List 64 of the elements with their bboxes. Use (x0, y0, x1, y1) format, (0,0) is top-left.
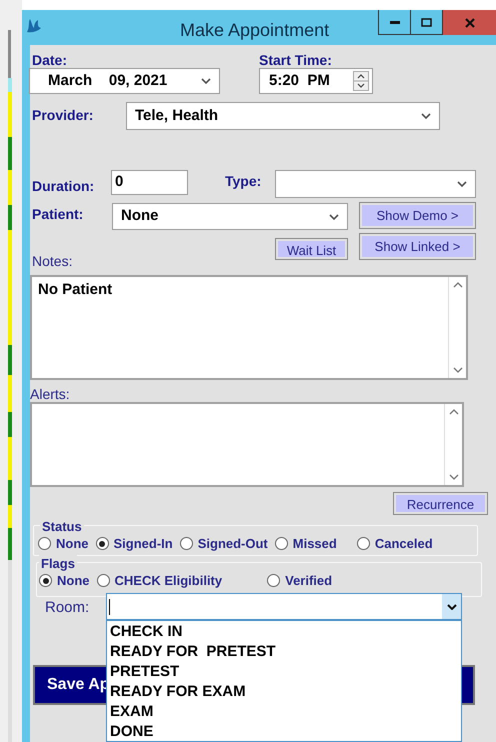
button[interactable]: Show Demo > (360, 203, 475, 228)
close-icon (464, 18, 474, 28)
radio-button[interactable] (38, 537, 51, 550)
radio-button[interactable] (39, 574, 52, 587)
list-item[interactable]: READY FOR EXAM (107, 682, 461, 702)
minimize-button[interactable] (378, 10, 411, 35)
radio-button[interactable] (96, 574, 110, 587)
list-item[interactable]: DONE (107, 722, 461, 741)
radio-option[interactable]: None (39, 570, 90, 590)
chevron-down-icon (201, 78, 211, 84)
list-item[interactable]: EXAM (107, 702, 461, 722)
scroll-down-icon[interactable] (452, 367, 462, 373)
radio-option[interactable]: Canceled (356, 534, 433, 554)
chevron-down-icon (329, 214, 339, 220)
date-picker[interactable]: March 09, 2021 (29, 68, 220, 94)
window-title: Make Appointment (180, 19, 330, 42)
group-label: Flags (39, 554, 77, 574)
field-label: Type: (225, 172, 262, 191)
scroll-down-icon[interactable] (448, 474, 458, 480)
field-label: Notes: (32, 252, 74, 271)
duration-field[interactable]: 0 (111, 170, 188, 195)
radio-option[interactable]: None (38, 534, 88, 554)
button[interactable]: Recurrence (394, 493, 487, 514)
radio-button[interactable] (180, 537, 193, 550)
radio-option[interactable]: Signed-In (96, 534, 173, 554)
button[interactable]: Show Linked > (360, 234, 475, 259)
patient-dropdown[interactable]: None (112, 203, 348, 230)
list-item[interactable]: READY FOR PRETEST (107, 642, 461, 662)
scroll-up-icon[interactable] (452, 282, 462, 288)
radio-button[interactable] (96, 537, 108, 550)
chevron-down-icon (421, 113, 431, 119)
radio-button[interactable] (267, 574, 280, 587)
button[interactable]: Wait List (276, 239, 347, 259)
alerts-box[interactable] (30, 402, 464, 487)
field-label: Patient: (32, 205, 84, 224)
app-icon (25, 18, 43, 34)
radio-option[interactable]: Signed-Out (180, 534, 268, 554)
scroll-up-icon[interactable] (448, 409, 458, 415)
field-label: Date: (32, 50, 68, 70)
type-dropdown[interactable] (275, 170, 476, 198)
field-label: Provider: (32, 106, 94, 125)
list-item[interactable]: PRETEST (107, 662, 461, 682)
field-label: Room: (45, 598, 90, 618)
text-cursor (109, 598, 110, 614)
field-label: Duration: (32, 177, 96, 196)
close-button[interactable] (443, 10, 496, 35)
maximize-icon (421, 18, 432, 26)
field-label: Alerts: (30, 385, 70, 402)
minimize-icon (390, 20, 400, 24)
field-label: Start Time: (259, 50, 332, 70)
radio-button[interactable] (356, 537, 370, 550)
notes-text: No Patient (38, 281, 112, 298)
radio-button[interactable] (274, 537, 288, 550)
chevron-down-icon (446, 604, 456, 610)
list-item[interactable]: CHECK IN (107, 622, 461, 642)
radio-option[interactable]: CHECK Eligibility (96, 570, 222, 590)
radio-option[interactable]: Verified (267, 570, 332, 590)
chevron-down-icon (457, 181, 467, 187)
dropdown-toggle[interactable] (442, 594, 461, 619)
notes-box[interactable]: No Patient (30, 275, 468, 380)
spinner-icon[interactable] (353, 71, 369, 91)
provider-dropdown[interactable]: Tele, Health (126, 102, 440, 130)
time-field[interactable]: 5:20 PM (259, 68, 373, 94)
radio-option[interactable]: Missed (274, 534, 337, 554)
